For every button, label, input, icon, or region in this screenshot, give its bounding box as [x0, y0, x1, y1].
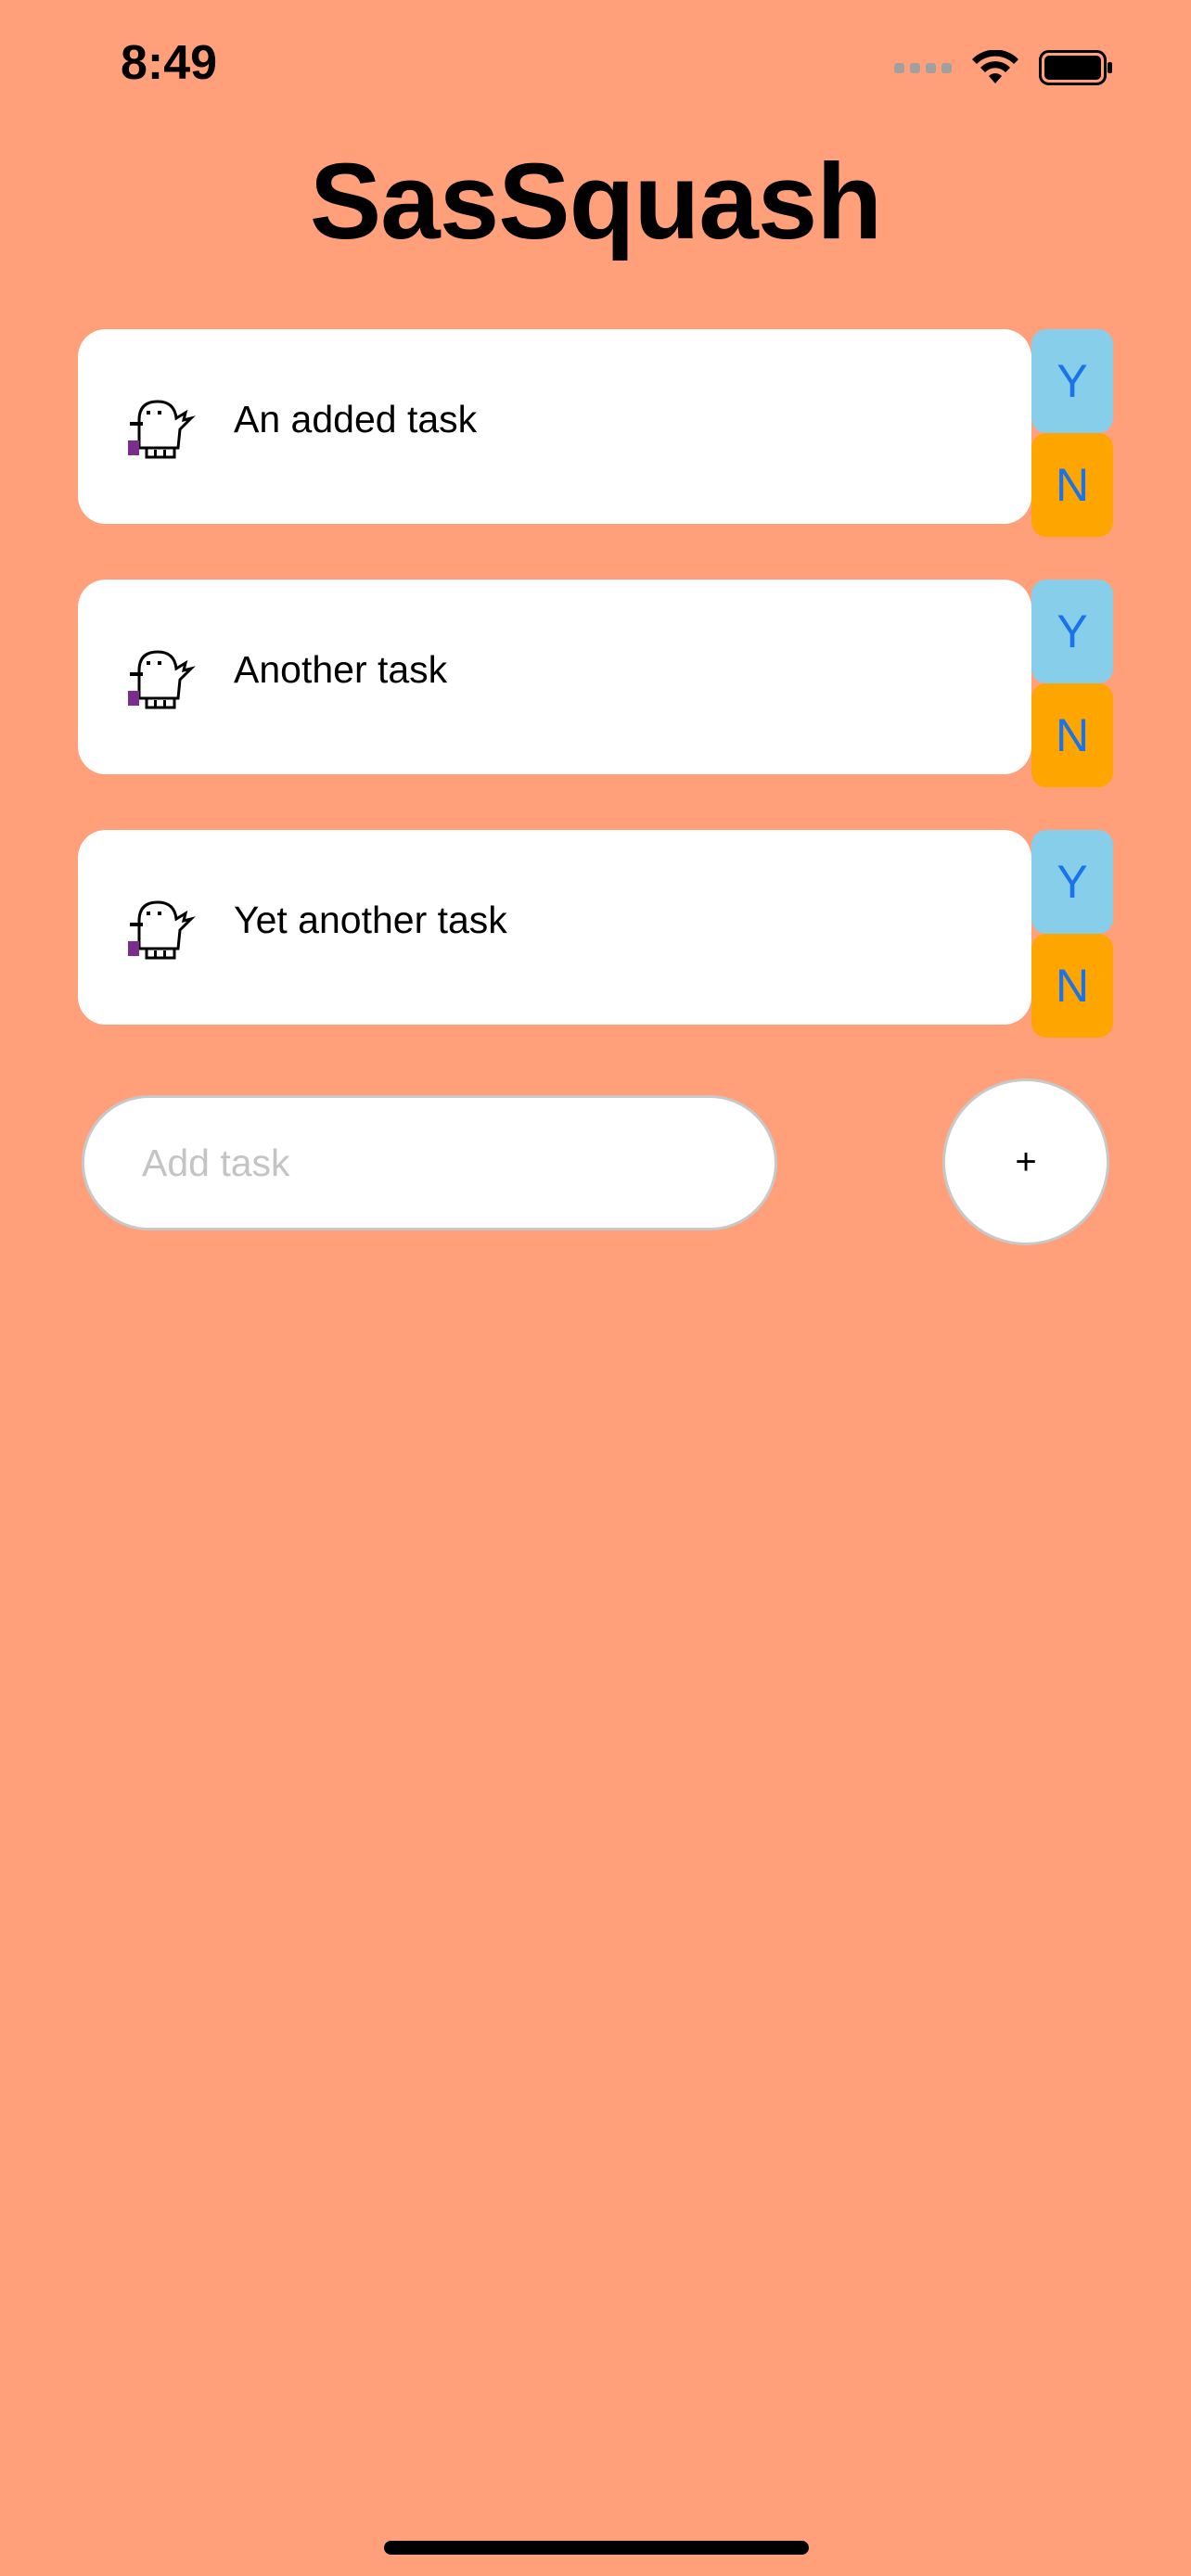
task-row: Yet another task Y N: [78, 830, 1113, 1038]
wifi-icon: [972, 50, 1018, 83]
task-label: An added task: [234, 398, 478, 440]
sasquatch-icon: [128, 650, 196, 709]
task-card[interactable]: Another task: [78, 580, 1031, 774]
add-task-input[interactable]: Add task: [82, 1095, 777, 1231]
task-label: Another task: [234, 648, 448, 691]
task-card[interactable]: An added task: [78, 329, 1031, 524]
task-label: Yet another task: [234, 899, 507, 941]
battery-icon: [1039, 50, 1112, 85]
status-icons: [894, 45, 1113, 91]
app-title: SasSquash: [309, 141, 882, 261]
sasquatch-icon: [128, 400, 196, 459]
status-bar: 8:49: [0, 0, 1191, 130]
task-row: An added task Y N: [78, 329, 1113, 537]
yes-button[interactable]: Y: [1031, 830, 1113, 934]
yes-button[interactable]: Y: [1031, 329, 1113, 433]
sasquatch-icon: [128, 900, 196, 960]
status-time: 8:49: [121, 36, 218, 90]
task-card[interactable]: Yet another task: [78, 830, 1031, 1025]
no-button[interactable]: N: [1031, 433, 1113, 537]
add-task-button[interactable]: +: [942, 1078, 1109, 1245]
no-button[interactable]: N: [1031, 683, 1113, 787]
yes-button[interactable]: Y: [1031, 580, 1113, 683]
no-button[interactable]: N: [1031, 934, 1113, 1038]
cellular-signal-icon: [894, 62, 952, 73]
task-row: Another task Y N: [78, 580, 1113, 787]
home-indicator[interactable]: [384, 2541, 809, 2555]
